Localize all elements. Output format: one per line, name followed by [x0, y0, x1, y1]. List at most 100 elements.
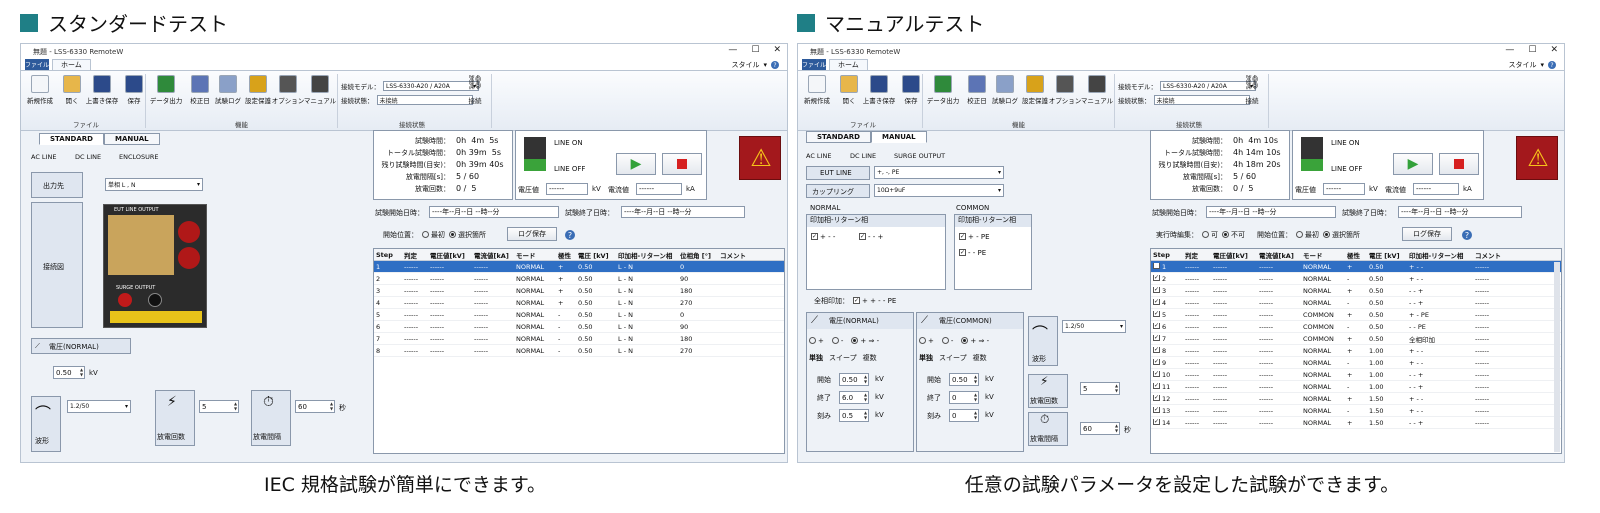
ribbon-button-7[interactable]: 試験ログ	[211, 75, 245, 105]
start-button[interactable]: ▶	[616, 153, 656, 175]
table-row[interactable]: 3 ------ ------ ------ NORMAL +0.50 L - N 180	[374, 285, 784, 297]
sweep-step-input[interactable]: 0.5	[839, 409, 869, 422]
style-label[interactable]: スタイル	[1508, 60, 1536, 70]
style-menu[interactable]: スタイル ▾?	[731, 60, 779, 70]
style-label[interactable]: スタイル	[731, 60, 759, 70]
mode-multi-tab[interactable]: 複数	[973, 353, 987, 363]
log-save-button[interactable]: ログ保存	[507, 227, 557, 241]
radio-circle[interactable]	[1222, 230, 1229, 238]
row-checkbox[interactable]: ✓	[1153, 334, 1160, 341]
ribbon-button-9[interactable]: オプション	[1048, 75, 1082, 105]
row-checkbox[interactable]: ✓	[1153, 394, 1160, 401]
row-checkbox[interactable]: ✓	[1153, 406, 1160, 413]
normal-phase-option[interactable]: ✓ - - +	[859, 232, 883, 241]
mode-sweep-tab[interactable]: スイープ	[939, 353, 967, 363]
end-datetime-field[interactable]: ----年--月--日 --時--分	[1398, 206, 1522, 218]
minimize-button[interactable]: —	[1505, 45, 1514, 55]
radio-circle[interactable]	[941, 336, 949, 344]
table-row[interactable]: ✓ 11 ------ ------ ------ NORMAL -1.00- - + ---…	[1151, 381, 1561, 393]
table-row[interactable]: ✓ 8 ------ ------ ------ NORMAL +1.00 + - - ----…	[1151, 345, 1561, 357]
ribbon-button-5[interactable]: データ出力	[926, 75, 960, 105]
style-menu[interactable]: スタイル ▾?	[1508, 60, 1556, 70]
radio-selected[interactable]: 選択箇所	[449, 230, 486, 240]
ribbon-button-8[interactable]: 設定保護	[1018, 75, 1052, 105]
all-phase-checkbox[interactable]: ✓	[853, 296, 860, 304]
sweep-step-input[interactable]: 0	[949, 409, 979, 422]
help-icon[interactable]: ?	[771, 61, 779, 69]
ribbon-button-10[interactable]: マニュアル	[303, 75, 337, 105]
row-checkbox[interactable]: ✓	[1153, 286, 1160, 293]
common-phase-option[interactable]: ✓ - - PE	[959, 248, 986, 257]
subtab-dc-line[interactable]: DC LINE	[75, 153, 101, 161]
common-phase-option[interactable]: ✓ + - PE	[959, 232, 990, 241]
file-menu-button[interactable]: ファイル	[802, 59, 826, 70]
maximize-button[interactable]: ☐	[1528, 45, 1536, 55]
tab-home[interactable]: ホーム	[829, 59, 868, 70]
radio-circle[interactable]	[1323, 230, 1330, 238]
table-row[interactable]: ✓ 12 ------ ------ ------ NORMAL +1.50 + - - ---…	[1151, 393, 1561, 405]
radio-circle[interactable]	[851, 336, 859, 344]
table-row[interactable]: ✓ 1 ------ ------ ------ NORMAL +0.50 + - - ----…	[1151, 261, 1561, 273]
row-checkbox[interactable]: ✓	[1153, 382, 1160, 389]
normal-phase-option[interactable]: ✓ + - -	[811, 232, 835, 241]
subtab-ac-line[interactable]: AC LINE	[31, 153, 56, 161]
table-row[interactable]: ✓ 5 ------ ------ ------ COMMON +0.50 + - PE ---…	[1151, 309, 1561, 321]
row-checkbox[interactable]: ✓	[1153, 346, 1160, 353]
subtab-ac-line[interactable]: AC LINE	[806, 152, 831, 160]
polarity-radio[interactable]: + ⇒ -	[961, 336, 989, 345]
radio-circle[interactable]	[919, 336, 926, 344]
ribbon-button-7[interactable]: 試験ログ	[988, 75, 1022, 105]
log-save-button[interactable]: ログ保存	[1402, 227, 1452, 241]
row-checkbox[interactable]: ✓	[1153, 298, 1160, 305]
help-icon[interactable]: ?	[565, 230, 575, 240]
mode-sweep-tab[interactable]: スイープ	[829, 353, 857, 363]
polarity-radio[interactable]: -	[831, 336, 843, 345]
radio-circle[interactable]	[1202, 230, 1209, 238]
radio-circle[interactable]	[1296, 230, 1303, 238]
radio-circle[interactable]	[961, 336, 969, 344]
table-row[interactable]: ✓ 2 ------ ------ ------ NORMAL -0.50 + - - ----…	[1151, 273, 1561, 285]
interval-input[interactable]: 60	[295, 400, 335, 413]
polarity-radio[interactable]: + ⇒ -	[851, 336, 879, 345]
table-row[interactable]: 1 ------ ------ ------ NORMAL +0.50 L - N 0	[374, 261, 784, 273]
subtab-dc-line[interactable]: DC LINE	[850, 152, 876, 160]
tab-standard[interactable]: STANDARD	[806, 131, 871, 143]
table-row[interactable]: 8 ------ ------ ------ NORMAL - 0.50 L - N 270	[374, 345, 784, 357]
phase-checkbox[interactable]: ✓	[811, 232, 818, 240]
polarity-radio[interactable]: +	[919, 336, 934, 345]
radio-selected[interactable]: 選択箇所	[1323, 230, 1360, 240]
phase-checkbox[interactable]: ✓	[959, 248, 966, 256]
table-row[interactable]: ✓ 4 ------ ------ ------ NORMAL -0.50- - + ----…	[1151, 297, 1561, 309]
table-row[interactable]: ✓ 10 ------ ------ ------ NORMAL +1.00- - + ---…	[1151, 369, 1561, 381]
help-icon[interactable]: ?	[1462, 230, 1472, 240]
minimize-button[interactable]: —	[728, 45, 737, 55]
eut-line-select[interactable]: +, -, PE ▾	[874, 166, 1004, 179]
phase-checkbox[interactable]: ✓	[959, 232, 966, 240]
mode-single-tab[interactable]: 単独	[919, 353, 933, 363]
polarity-radio[interactable]: -	[941, 336, 953, 345]
row-checkbox[interactable]: ✓	[1153, 274, 1160, 281]
subtab-surge-output[interactable]: SURGE OUTPUT	[894, 152, 945, 160]
table-row[interactable]: 5 ------ ------ ------ NORMAL - 0.50 L - N 0	[374, 309, 784, 321]
sweep-end-input[interactable]: 6.0	[839, 391, 869, 404]
row-checkbox[interactable]: ✓	[1153, 262, 1160, 269]
ribbon-button-2[interactable]: 開く	[832, 75, 866, 105]
tab-standard[interactable]: STANDARD	[39, 133, 104, 145]
table-row[interactable]: 4 ------ ------ ------ NORMAL +0.50 L - N 270	[374, 297, 784, 309]
count-input[interactable]: 5	[199, 400, 239, 413]
row-checkbox[interactable]: ✓	[1153, 322, 1160, 329]
table-row[interactable]: 6 ------ ------ ------ NORMAL - 0.50 L - N 90	[374, 321, 784, 333]
tab-manual[interactable]: MANUAL	[870, 131, 927, 143]
ribbon-button-10[interactable]: マニュアル	[1080, 75, 1114, 105]
subtab-enclosure[interactable]: ENCLOSURE	[119, 153, 159, 161]
phase-checkbox[interactable]: ✓	[859, 232, 866, 240]
stop-button[interactable]	[662, 153, 702, 175]
table-row[interactable]: ✓ 13 ------ ------ ------ NORMAL -1.50 + - - ---…	[1151, 405, 1561, 417]
radio-circle[interactable]	[449, 230, 456, 238]
tab-manual[interactable]: MANUAL	[103, 133, 160, 145]
style-dropdown-icon[interactable]: ▾	[1540, 61, 1544, 69]
connect-button[interactable]: ⛓ 接続	[461, 75, 489, 105]
row-checkbox[interactable]: ✓	[1153, 418, 1160, 425]
waveform-select[interactable]: 1.2/50 ▾	[1062, 320, 1126, 333]
ribbon-button-3[interactable]: 上書き保存	[85, 75, 119, 105]
